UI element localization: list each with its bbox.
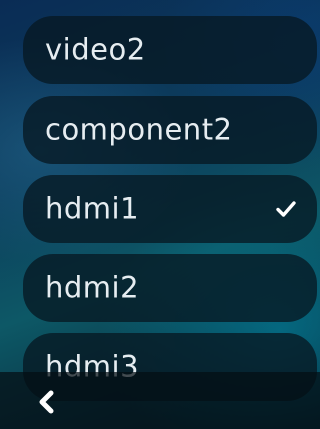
list-item-label: video2 (45, 32, 146, 67)
list-item-video2[interactable]: video2 (23, 16, 317, 84)
list-item-component2[interactable]: component2 (23, 96, 317, 164)
list-item-label: component2 (45, 112, 233, 147)
input-source-list: video2 component2 hdmi1 hdmi2 hdmi3 (0, 0, 320, 429)
list-item-hdmi1[interactable]: hdmi1 (23, 175, 317, 243)
checkmark-icon (276, 201, 296, 217)
list-item-label: hdmi2 (45, 270, 140, 305)
chevron-left-icon (39, 390, 54, 414)
list-item-hdmi2[interactable]: hdmi2 (23, 254, 317, 322)
list-item-label: hdmi1 (45, 191, 140, 226)
back-button[interactable] (30, 385, 64, 419)
